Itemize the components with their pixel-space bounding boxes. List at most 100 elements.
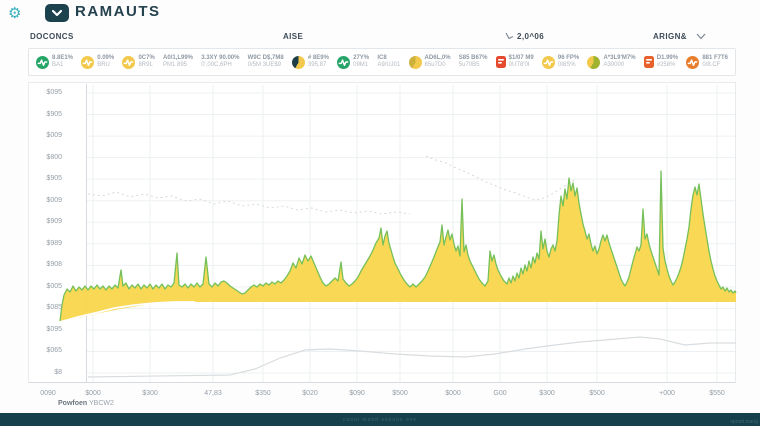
stat-text: W9C D$,7M80/5M 3UE$9 — [248, 55, 284, 69]
stat-item[interactable]: 3.3XY 90.00%0',00C,6PH — [201, 55, 239, 69]
stat-item[interactable]: 0C7%8R9L — [122, 55, 154, 69]
pulse-icon — [36, 56, 49, 69]
nav-metric-value: 2,0^06 — [517, 32, 544, 41]
nav-item-metric[interactable]: 2,0^06 — [505, 32, 544, 41]
chevron-down-icon — [45, 4, 69, 22]
gear-icon[interactable]: ⚙ — [8, 4, 21, 24]
x-axis-tick: $550 — [702, 390, 732, 397]
x-axis-tick: $300 — [135, 390, 165, 397]
stat-text: 0.09%BRU — [97, 55, 114, 69]
stat-line1: 3.3XY 90.00% — [201, 55, 239, 62]
stat-line1: # 8E9% — [308, 55, 329, 62]
trend-icon — [505, 32, 514, 41]
stat-item[interactable]: 0.09%BRU — [81, 55, 114, 69]
nav-menu-label: DOCONCS — [30, 32, 74, 41]
stat-item[interactable]: S85 B67%5u70B5 — [459, 55, 488, 69]
stat-line1: W9C D$,7M8 — [248, 55, 284, 62]
stat-item[interactable]: IC8A9/UJ01 — [377, 55, 400, 69]
app-window: ⚙ RAMAUTS DOCONCS AISE 2,0^06 ARIGN& — [0, 0, 760, 426]
stat-line2: A9/UJ01 — [377, 62, 400, 69]
stat-item[interactable]: W9C D$,7M80/5M 3UE$9 — [248, 55, 284, 69]
y-axis-tick: $909 — [36, 218, 62, 225]
stat-line2: BRU — [97, 62, 114, 69]
stat-item[interactable]: D1.99%#258% — [644, 55, 678, 69]
pulse-icon — [542, 56, 555, 69]
stat-item[interactable]: AD6L,0%85u7D0 — [409, 55, 451, 69]
header: ⚙ RAMAUTS — [0, 0, 760, 28]
bottom-bar-center-text: coool mood soooos ove — [0, 417, 760, 423]
y-axis-tick: $905 — [36, 111, 62, 118]
doc-icon — [496, 56, 506, 68]
x-axis-tick: $350 — [248, 390, 278, 397]
stat-item[interactable]: A*3L9'M7%A30000 — [587, 55, 635, 69]
stat-line2: BA1 — [52, 62, 73, 69]
stat-line1: A*3L9'M7% — [603, 55, 635, 62]
stat-line1: 0.09% — [97, 55, 114, 62]
stat-line2: 0UT8'0I — [509, 62, 534, 69]
x-axis-tick: $020 — [295, 390, 325, 397]
stat-line1: 96 FP% — [558, 55, 579, 62]
x-axis-tick: 0090 — [33, 390, 63, 397]
stat-item[interactable]: $1/07 M90UT8'0I — [496, 55, 534, 69]
pie-icon — [409, 56, 422, 69]
stat-line1: 8.8E1% — [52, 55, 73, 62]
bottom-bar: coool mood soooos ove opood.mang — [0, 413, 760, 426]
stat-line2: 395,87 — [308, 62, 329, 69]
x-axis-tick: +000 — [652, 390, 682, 397]
chart-panel — [28, 82, 736, 383]
y-axis-tick: $085 — [36, 304, 62, 311]
stat-line2: A30000 — [603, 62, 635, 69]
doc-icon — [644, 56, 654, 68]
y-axis-tick: $800 — [36, 154, 62, 161]
stat-line1: D1.99% — [657, 55, 678, 62]
nav-dropdown-label: ARIGN& — [653, 32, 687, 41]
stat-item[interactable]: 96 FP%0I8S% — [542, 55, 579, 69]
y-axis-tick: $989 — [36, 240, 62, 247]
pie-icon — [587, 56, 600, 69]
x-axis-tick: G00 — [485, 390, 515, 397]
stat-item[interactable]: A0/1,L99%PM1 895 — [163, 55, 193, 69]
stat-item[interactable]: 27Y%09M1 — [337, 55, 369, 69]
stat-text: 3.3XY 90.00%0',00C,6PH — [201, 55, 239, 69]
x-axis-tick: $500 — [582, 390, 612, 397]
x-axis-tick: 47,83 — [198, 390, 228, 397]
footer-value: YBCW2 — [89, 400, 114, 407]
stat-line2: 85u7D0 — [425, 62, 451, 69]
y-axis-tick: $009 — [36, 132, 62, 139]
y-axis-tick: $8 — [36, 369, 62, 376]
nav-item-dropdown[interactable]: ARIGN& — [653, 32, 706, 41]
nav-section-label: AISE — [283, 32, 303, 41]
stat-item[interactable]: # 8E9%395,87 — [292, 55, 329, 69]
stats-bar: 8.8E1%BA1 0.09%BRU 0C7%8R9L A0/1,L99%PM1 89… — [28, 48, 736, 76]
stat-item[interactable]: 881 F7T60/8.CF — [686, 55, 728, 69]
y-axis-tick: $905 — [36, 175, 62, 182]
stat-line2: 0/5M 3UE$9 — [248, 62, 284, 69]
stat-line2: PM1 895 — [163, 62, 193, 69]
stat-line1: 881 F7T6 — [702, 55, 728, 62]
logo-badge[interactable] — [45, 4, 69, 22]
stat-line1: S85 B67% — [459, 55, 488, 62]
y-axis-tick: $095 — [36, 89, 62, 96]
stat-line2: 0',00C,6PH — [201, 62, 239, 69]
stat-line1: $1/07 M9 — [509, 55, 534, 62]
stat-text: 27Y%09M1 — [353, 55, 369, 69]
nav-item-section[interactable]: AISE — [283, 32, 303, 41]
nav-item-menu[interactable]: DOCONCS — [30, 32, 74, 41]
x-axis-tick: $300 — [532, 390, 562, 397]
y-axis-tick: $005 — [36, 283, 62, 290]
stat-text: 96 FP%0I8S% — [558, 55, 579, 69]
stat-line2: 0I8S% — [558, 62, 579, 69]
stat-line1: 27Y% — [353, 55, 369, 62]
pulse-icon — [686, 56, 699, 69]
stat-line1: 0C7% — [138, 55, 154, 62]
stat-item[interactable]: 8.8E1%BA1 — [36, 55, 73, 69]
y-axis-tick: $009 — [36, 197, 62, 204]
pie-icon — [292, 56, 305, 69]
pulse-icon — [81, 56, 94, 69]
stat-line2: 8R9L — [138, 62, 154, 69]
y-axis-tick: $095 — [36, 326, 62, 333]
x-axis-tick: $090 — [342, 390, 372, 397]
brand-title: RAMAUTS — [75, 3, 161, 20]
nav-bar: DOCONCS AISE 2,0^06 ARIGN& — [0, 28, 760, 46]
stat-text: IC8A9/UJ01 — [377, 55, 400, 69]
